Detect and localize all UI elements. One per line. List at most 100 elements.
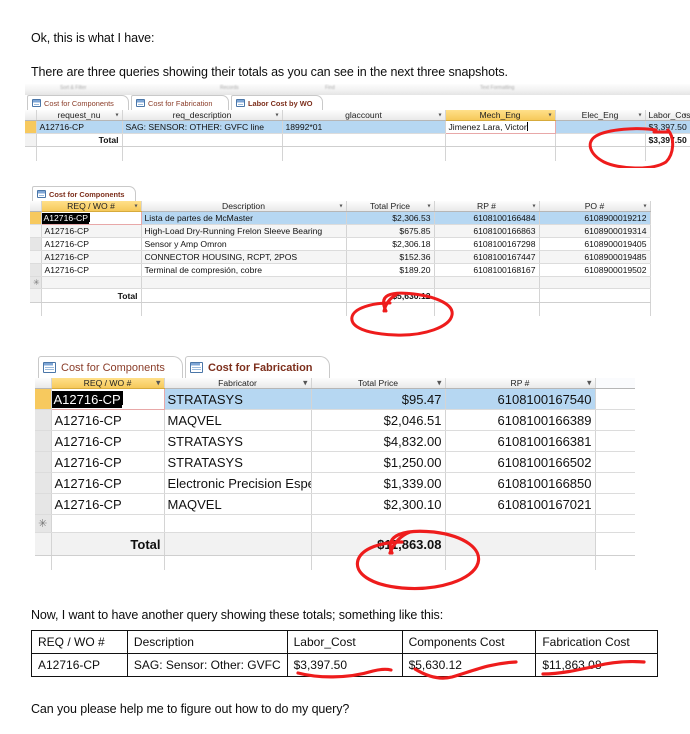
cell-total-price[interactable]: $95.47 <box>311 388 446 410</box>
row-selector[interactable] <box>30 288 42 303</box>
cell-req-wo[interactable]: A12716-CP <box>51 472 165 494</box>
table-row[interactable]: A12716-CP MAQVEL $2,046.51 6108100166389 <box>35 409 635 431</box>
column-header-req-description[interactable]: req_description ▾ <box>122 110 283 121</box>
cell-rp[interactable]: 6108100167540 <box>445 388 596 410</box>
cell-rp[interactable]: 6108100168167 <box>434 263 540 277</box>
chevron-down-icon[interactable]: ▾ <box>427 203 430 210</box>
cell-total-price[interactable]: $2,300.10 <box>311 493 446 515</box>
cell-rp[interactable]: 6108100167298 <box>434 237 540 251</box>
column-header-fabricator[interactable]: Fabricator ▾ <box>164 378 312 389</box>
new-record-marker-icon[interactable]: ✳ <box>35 514 52 533</box>
chevron-down-icon[interactable]: ▾ <box>437 378 442 388</box>
cell-fabricator[interactable]: STRATASYS <box>164 388 312 410</box>
cell-fabricator[interactable]: MAQVEL <box>164 493 312 515</box>
row-selector[interactable] <box>35 472 52 494</box>
cell-po[interactable]: 6108900019314 <box>539 224 651 238</box>
cell-fabricator[interactable]: STRATASYS <box>164 451 312 473</box>
row-selector[interactable] <box>25 146 37 161</box>
doc-tab-cost-for-fabrication[interactable]: Cost for Fabrication <box>185 356 330 378</box>
cell-description[interactable]: CONNECTOR HOUSING, RCPT, 2POS <box>141 250 347 264</box>
chevron-down-icon[interactable]: ▾ <box>339 203 342 210</box>
cell-po[interactable]: 6108900019502 <box>539 263 651 277</box>
table-row[interactable]: A12716-CP STRATASYS $4,832.00 6108100166… <box>35 430 635 452</box>
cell-fabricator[interactable]: MAQVEL <box>164 409 312 431</box>
row-selector[interactable] <box>30 302 42 316</box>
row-selector[interactable] <box>35 532 52 556</box>
new-record-row[interactable]: ✳ <box>35 514 635 533</box>
table-row[interactable]: A12716-CP CONNECTOR HOUSING, RCPT, 2POS … <box>30 250 651 264</box>
cell-rp[interactable]: 6108100166389 <box>445 409 596 431</box>
table-row[interactable]: A12716-CP Terminal de compresión, cobre … <box>30 263 651 277</box>
cell-rp[interactable]: 6108100166502 <box>445 451 596 473</box>
new-cell[interactable] <box>164 514 312 533</box>
table-row[interactable]: A12716-CP Lista de partes de McMaster $2… <box>30 211 651 225</box>
cell-description[interactable]: Lista de partes de McMaster <box>141 211 347 225</box>
cell-req-wo-editing[interactable]: A12716-CP <box>50 388 165 410</box>
new-cell[interactable] <box>311 514 446 533</box>
select-all-corner[interactable] <box>25 110 37 121</box>
column-header-po[interactable]: PO # ▾ <box>539 201 651 212</box>
cell-po[interactable]: 6108900019405 <box>539 237 651 251</box>
row-selector[interactable] <box>30 224 42 238</box>
cell-rp[interactable]: 6108100166381 <box>445 430 596 452</box>
row-selector[interactable] <box>25 133 37 147</box>
column-header-rp[interactable]: RP # ▾ <box>434 201 540 212</box>
row-selector[interactable] <box>30 250 42 264</box>
cell-req-wo[interactable]: A12716-CP <box>41 250 142 264</box>
cell-total-price[interactable]: $1,250.00 <box>311 451 446 473</box>
row-selector[interactable] <box>30 211 42 225</box>
cell-req-wo[interactable]: A12716-CP <box>51 493 165 515</box>
cell-description[interactable]: Terminal de compresión, cobre <box>141 263 347 277</box>
cell-req-wo[interactable]: A12716-CP <box>41 224 142 238</box>
cell-rp[interactable]: 6108100167021 <box>445 493 596 515</box>
cell-req-wo[interactable]: A12716-CP <box>51 451 165 473</box>
new-cell[interactable] <box>445 514 596 533</box>
new-cell[interactable] <box>434 276 540 289</box>
column-header-total-price[interactable]: Total Price ▾ <box>311 378 446 389</box>
chevron-down-icon[interactable]: ▾ <box>587 378 592 388</box>
new-record-marker-icon[interactable]: ✳ <box>30 276 42 289</box>
row-selector[interactable] <box>30 237 42 251</box>
cell-req-wo[interactable]: A12716-CP <box>51 409 165 431</box>
table-row[interactable]: A12716-CP MAQVEL $2,300.10 6108100167021 <box>35 493 635 515</box>
new-cell[interactable] <box>41 276 142 289</box>
table-row[interactable]: A12716-CP High-Load Dry-Running Frelon S… <box>30 224 651 238</box>
cell-rp[interactable]: 6108100166850 <box>445 472 596 494</box>
chevron-down-icon[interactable]: ▾ <box>438 112 441 119</box>
cell-total-price[interactable]: $2,306.18 <box>346 237 435 251</box>
table-row[interactable]: A12716-CP SAG: SENSOR: OTHER: GVFC line … <box>25 120 690 134</box>
cell-total-price[interactable]: $4,832.00 <box>311 430 446 452</box>
cell-req-wo[interactable]: A12716-CP <box>51 430 165 452</box>
cell-total-price[interactable]: $2,046.51 <box>311 409 446 431</box>
chevron-down-icon[interactable]: ▾ <box>156 378 161 388</box>
cell-mech-eng[interactable]: Jimenez Lara, Victor <box>444 120 556 134</box>
column-header-req-wo[interactable]: REQ / WO # ▾ <box>41 201 142 212</box>
doc-tab-cost-for-components[interactable]: Cost for Components <box>32 186 136 201</box>
chevron-down-icon[interactable]: ▾ <box>638 112 641 119</box>
cell-req-description[interactable]: SAG: SENSOR: OTHER: GVFC line <box>122 120 283 134</box>
chevron-down-icon[interactable]: ▾ <box>532 203 535 210</box>
cell-po[interactable]: 6108900019485 <box>539 250 651 264</box>
cell-total-price[interactable]: $2,306.53 <box>346 211 435 225</box>
cell-labor-cost[interactable]: $3,397.50 <box>645 120 690 134</box>
cell-glaccount[interactable]: 18992*01 <box>282 120 446 134</box>
row-selector[interactable] <box>35 430 52 452</box>
cell-rp[interactable]: 6108100167447 <box>434 250 540 264</box>
select-all-corner[interactable] <box>35 378 52 389</box>
table-row[interactable]: A12716-CP Sensor y Amp Omron $2,306.18 6… <box>30 237 651 251</box>
chevron-down-icon[interactable]: ▾ <box>134 203 137 210</box>
doc-tab-cost-for-fabrication[interactable]: Cost for Fabrication <box>131 95 229 110</box>
new-cell[interactable] <box>539 276 651 289</box>
row-selector[interactable] <box>35 555 52 570</box>
cell-elec-eng[interactable] <box>555 120 646 134</box>
chevron-down-icon[interactable]: ▾ <box>303 378 308 388</box>
row-selector[interactable] <box>35 388 52 410</box>
column-header-rp[interactable]: RP # ▾ <box>445 378 596 389</box>
new-cell[interactable] <box>141 276 347 289</box>
cell-total-price[interactable]: $675.85 <box>346 224 435 238</box>
cell-req-wo[interactable]: A12716-CP <box>41 263 142 277</box>
new-cell[interactable] <box>346 276 435 289</box>
row-selector[interactable] <box>30 263 42 277</box>
select-all-corner[interactable] <box>30 201 42 212</box>
cell-fabricator[interactable]: STRATASYS <box>164 430 312 452</box>
